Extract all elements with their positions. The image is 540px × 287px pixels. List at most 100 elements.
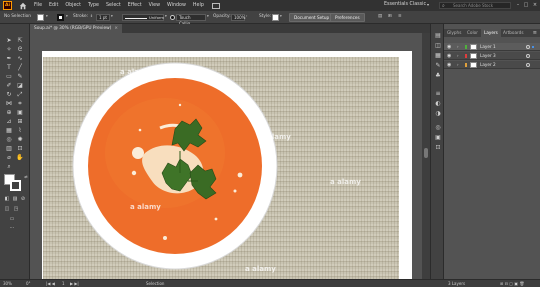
menu-object[interactable]: Object [65,3,81,8]
document-setup-button[interactable]: Document Setup [289,13,335,22]
brushes-icon[interactable]: ✎ [434,62,442,69]
libraries-icon[interactable]: ◫ [434,42,442,49]
rectangle-tool-icon[interactable]: ▭ [5,73,13,80]
maximize-icon[interactable]: □ [522,1,530,9]
menu-select[interactable]: Select [106,3,121,8]
chevron-down-icon[interactable]: ▾ [165,14,167,18]
artboard-nav-icon[interactable]: |◀ ◀ [46,281,55,286]
symbols-icon[interactable]: ♣ [434,72,442,79]
layer-target-icon[interactable] [526,54,530,58]
chevron-down-icon[interactable]: ▾ [207,14,209,18]
properties-icon[interactable]: ▤ [434,32,442,39]
minimize-icon[interactable]: – [514,1,522,9]
fill-swatch[interactable] [37,14,44,21]
hand-tool-icon[interactable]: ✋ [16,154,24,161]
variable-width-profile[interactable]: Uniform [122,14,164,21]
layer-name[interactable]: Layer 3 [480,52,496,60]
type-tool-icon[interactable]: T [5,64,13,71]
layer-actions-icon[interactable]: ⊞ ⊟ ▢ ▣ 🗑 [500,281,524,286]
document-tab[interactable]: Soup.ai* @ 30% (RGB/GPU Preview) × [30,24,122,33]
close-icon[interactable]: × [531,1,539,9]
mesh-tool-icon[interactable]: ⊞ [16,118,24,125]
stroke-panel-icon[interactable]: ≡ [434,90,442,97]
shaper-tool-icon[interactable]: ✐ [5,82,13,89]
brush-definition[interactable]: Touch Callig... [176,14,206,26]
draw-behind-icon[interactable]: ◳ [12,206,20,213]
layer-name[interactable]: Layer 1 [480,43,496,51]
vertical-scrollbar[interactable] [422,33,430,279]
canvas[interactable]: a alamy a alamy a alamy a alamy a alamy [30,33,422,279]
eraser-tool-icon[interactable]: ◪ [16,82,24,89]
free-transform-tool-icon[interactable]: ⌗ [16,100,24,107]
slice-tool-icon[interactable]: ⌀ [5,154,13,161]
scrollbar-thumb[interactable] [424,148,428,158]
tab-glyphs[interactable]: Glyphs [444,29,464,37]
expand-chevron-icon[interactable]: › [457,61,459,69]
zoom-level[interactable]: 30% [3,281,12,286]
tab-color[interactable]: Color [464,29,481,37]
close-tab-icon[interactable]: × [114,26,118,31]
chevron-down-icon[interactable]: ▾ [427,2,429,7]
width-tool-icon[interactable]: ⋈ [5,100,13,107]
chevron-down-icon[interactable]: ▾ [111,14,113,18]
panel-menu-icon[interactable]: ≡ [398,14,402,19]
tab-layers[interactable]: Layers [481,29,501,37]
scale-tool-icon[interactable]: ⤢ [16,91,24,98]
visibility-eye-icon[interactable]: ◉ [447,61,451,69]
tab-artboards[interactable]: Artboards [500,29,527,37]
zoom-tool-icon[interactable]: ⌕ [5,163,13,170]
menu-type[interactable]: Type [88,3,99,8]
menu-help[interactable]: Help [193,3,204,8]
chevron-down-icon[interactable]: ▾ [66,14,68,18]
swatches-icon[interactable]: ▦ [434,52,442,59]
artboard-next-icon[interactable]: ▶ ▶| [70,281,79,286]
live-paint-tool-icon[interactable]: ▣ [16,109,24,116]
stroke-label[interactable]: Stroke: [73,14,88,19]
color-mode-icon[interactable]: ◧ [3,196,11,203]
menu-effect[interactable]: Effect [128,3,142,8]
expand-chevron-icon[interactable]: › [457,43,459,51]
symbol-sprayer-tool-icon[interactable]: ✺ [16,136,24,143]
draw-normal-icon[interactable]: ◫ [3,206,11,213]
menu-edit[interactable]: Edit [49,3,58,8]
transform-icon[interactable]: ⊞ [388,14,392,19]
pen-tool-icon[interactable]: ✒ [5,55,13,62]
home-icon[interactable] [19,2,27,10]
artboard-tool-icon[interactable]: ⊡ [16,145,24,152]
graphic-style-swatch[interactable] [272,14,279,21]
opacity-label[interactable]: Opacity: [213,14,231,19]
chevron-down-icon[interactable]: ▾ [46,14,48,18]
chevron-down-icon[interactable]: ▾ [280,14,282,18]
expand-chevron-icon[interactable]: › [457,52,459,60]
direct-selection-tool-icon[interactable]: ⇱ [16,37,24,44]
selection-indicator[interactable] [532,46,534,48]
stock-search-input[interactable]: ⌕ Search Adobe Stock [439,2,511,9]
appearance-icon[interactable]: ◎ [434,124,442,131]
perspective-grid-tool-icon[interactable]: ⊿ [5,118,13,125]
workspace-switcher[interactable]: Essentials Classic [384,2,426,7]
image-trace-icon[interactable]: ⊡ [434,144,442,151]
panel-menu-icon[interactable]: ≡ [533,29,537,37]
none-mode-icon[interactable]: ⊘ [19,196,27,203]
blend-tool-icon[interactable]: ◎ [5,136,13,143]
stroke-weight-field[interactable]: 1 pt [96,14,110,21]
gradient-panel-icon[interactable]: ◐ [434,100,442,107]
preferences-button[interactable]: Preferences [330,13,365,22]
shape-builder-tool-icon[interactable]: ⊕ [5,109,13,116]
chevron-right-icon[interactable]: › [246,14,247,18]
paintbrush-tool-icon[interactable]: ✎ [16,73,24,80]
curvature-tool-icon[interactable]: ∿ [16,55,24,62]
layer-name[interactable]: Layer 2 [480,61,496,69]
layer-row[interactable]: ◉ › Layer 3 [444,52,540,60]
gradient-mode-icon[interactable]: ▨ [11,196,19,203]
stroke-color-swatch[interactable] [10,180,21,191]
graph-tool-icon[interactable]: ▥ [5,145,13,152]
menu-view[interactable]: View [149,3,160,8]
layer-row[interactable]: ◉ › Layer 2 [444,61,540,69]
magic-wand-tool-icon[interactable]: ✧ [5,46,13,53]
align-icon[interactable]: ▤ [378,14,382,19]
line-tool-icon[interactable]: ╱ [16,64,24,71]
screen-mode-icon[interactable]: ▭ [8,216,16,223]
layer-target-icon[interactable] [526,63,530,67]
lasso-tool-icon[interactable]: ᘓ [16,46,24,53]
